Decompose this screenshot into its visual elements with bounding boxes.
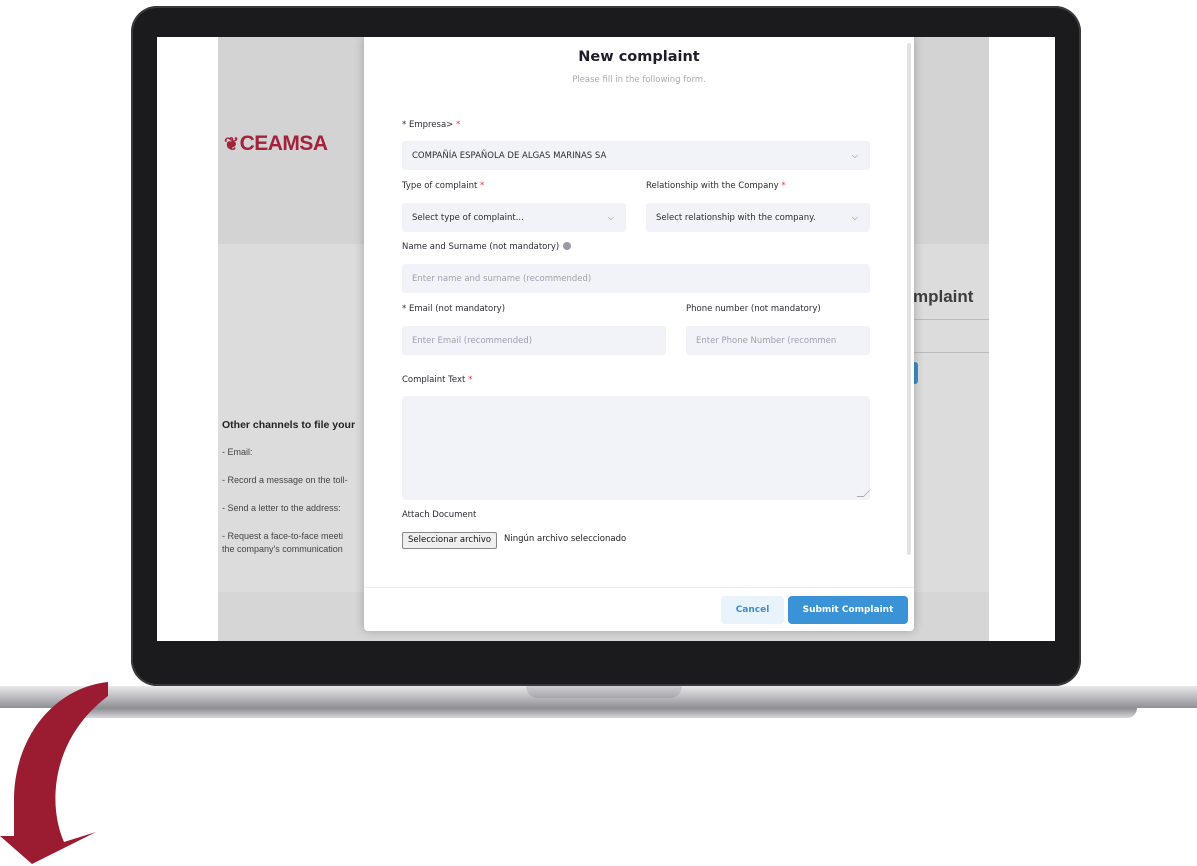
email-label: * Email (not mandatory)	[402, 304, 506, 314]
chevron-down-icon: ⌵	[607, 212, 614, 222]
complaint-textarea[interactable]	[402, 396, 870, 500]
channel-item: the company's communication	[222, 544, 343, 554]
empresa-select[interactable]: COMPAÑÍA ESPAÑOLA DE ALGAS MARINAS SA ⌵	[402, 141, 870, 170]
chevron-down-icon: ⌵	[851, 212, 858, 222]
email-input[interactable]: Enter Email (recommended)	[402, 326, 666, 355]
submit-complaint-button[interactable]: Submit Complaint	[788, 596, 908, 624]
other-channels: Other channels to file your - Email: - R…	[222, 419, 372, 572]
complaint-text-label: Complaint Text *	[402, 375, 473, 385]
modal-footer-divider	[364, 587, 914, 588]
modal-subtitle: Please fill in the following form.	[572, 75, 706, 85]
channel-item: - Email:	[222, 447, 253, 457]
modal-scrollbar[interactable]	[907, 43, 911, 555]
choose-file-button[interactable]: Seleccionar archivo	[402, 532, 498, 549]
complaint-type-select[interactable]: Select type of complaint... ⌵	[402, 203, 626, 232]
complaint-type-label: Type of complaint *	[402, 181, 485, 191]
channels-title: Other channels to file your	[222, 419, 356, 431]
cancel-button[interactable]: Cancel	[721, 596, 784, 624]
laptop-notch	[526, 686, 682, 698]
channel-item: - Record a message on the toll-	[222, 475, 348, 485]
laptop-base-edge	[60, 708, 1137, 718]
site-heading: mplaint	[913, 287, 974, 306]
divider	[913, 352, 989, 353]
laptop-screen: ❦CEAMSA mplaint Other channels to file y…	[157, 37, 1055, 641]
modal-title: New complaint	[578, 49, 700, 65]
leaf-emblem-icon: ❦	[224, 134, 239, 154]
empresa-value: COMPAÑÍA ESPAÑOLA DE ALGAS MARINAS SA	[412, 150, 607, 161]
complaint-type-value: Select type of complaint...	[412, 212, 524, 223]
channel-item: - Send a letter to the address:	[222, 503, 341, 513]
relationship-label: Relationship with the Company *	[646, 181, 786, 191]
name-label: Name and Surname (not mandatory)	[402, 242, 572, 252]
relationship-value: Select relationship with the company.	[656, 212, 816, 223]
phone-label: Phone number (not mandatory)	[686, 304, 821, 314]
empresa-label: * Empresa> *	[402, 120, 461, 130]
chevron-down-icon: ⌵	[851, 150, 858, 160]
divider	[913, 319, 989, 320]
name-input[interactable]: Enter name and surname (recommended)	[402, 264, 870, 293]
complaint-modal: New complaint Please fill in the followi…	[364, 37, 914, 631]
ceamsa-logo: ❦CEAMSA	[224, 132, 328, 155]
curved-arrow-icon	[0, 682, 108, 864]
file-status: Ningún archivo seleccionado	[504, 534, 627, 544]
channel-item: - Request a face-to-face meeti	[222, 531, 344, 541]
resize-handle[interactable]	[856, 490, 870, 497]
phone-input[interactable]: Enter Phone Number (recommen	[686, 326, 870, 355]
info-icon[interactable]	[563, 242, 572, 250]
attach-label: Attach Document	[402, 510, 477, 520]
relationship-select[interactable]: Select relationship with the company. ⌵	[646, 203, 870, 232]
